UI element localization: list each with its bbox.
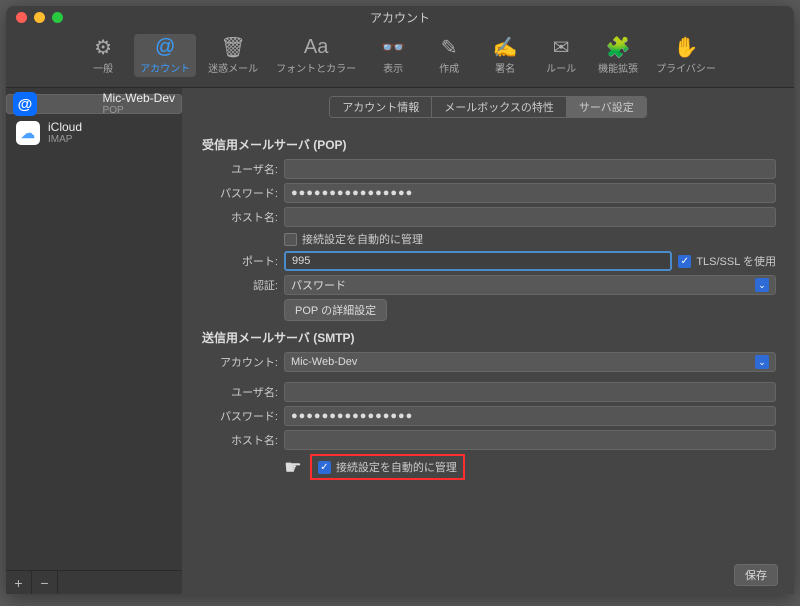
rules-icon: ✉ — [553, 36, 570, 58]
account-row[interactable]: ☁ iCloud IMAP — [6, 114, 182, 152]
account-label: アカウント: — [200, 354, 278, 370]
outgoing-section-title: 送信用メールサーバ (SMTP) — [202, 329, 776, 346]
at-icon: @ — [155, 36, 175, 58]
toolbar: ⚙一般 @アカウント 🗑迷惑メール Aaフォントとカラー 👓表示 ✎作成 ✍署名… — [6, 28, 794, 88]
outgoing-user-field[interactable] — [284, 382, 776, 402]
toolbar-general[interactable]: ⚙一般 — [78, 34, 128, 77]
outgoing-auto-manage-checkbox[interactable]: ✓ 接続設定を自動的に管理 — [318, 459, 457, 475]
hand-icon: ✋ — [674, 36, 699, 58]
tab-account-info[interactable]: アカウント情報 — [330, 97, 432, 117]
account-list: @ Mic-Web-Dev POP ☁ iCloud IMAP — [6, 88, 182, 570]
toolbar-extensions[interactable]: 🧩機能拡張 — [592, 34, 644, 77]
sidebar: @ Mic-Web-Dev POP ☁ iCloud IMAP + − — [6, 88, 182, 594]
toolbar-privacy[interactable]: ✋プライバシー — [650, 34, 722, 77]
user-label: ユーザ名: — [200, 384, 278, 400]
auth-label: 認証: — [200, 277, 278, 293]
incoming-auto-manage-checkbox[interactable]: 接続設定を自動的に管理 — [284, 231, 423, 247]
tabs: アカウント情報 メールボックスの特性 サーバ設定 — [182, 88, 794, 122]
account-protocol: POP — [103, 105, 175, 117]
account-name: iCloud — [48, 120, 82, 134]
incoming-section-title: 受信用メールサーバ (POP) — [202, 136, 776, 153]
password-label: パスワード: — [200, 408, 278, 424]
gear-icon: ⚙ — [94, 36, 112, 58]
toolbar-rules[interactable]: ✉ルール — [536, 34, 586, 77]
footer: 保存 — [182, 556, 794, 594]
form: 受信用メールサーバ (POP) ユーザ名: パスワード: ●●●●●●●●●●●… — [182, 122, 794, 556]
toolbar-fonts[interactable]: Aaフォントとカラー — [270, 34, 362, 77]
account-row[interactable]: @ Mic-Web-Dev POP — [6, 94, 182, 114]
tab-segment: アカウント情報 メールボックスの特性 サーバ設定 — [329, 96, 647, 118]
puzzle-icon: 🧩 — [606, 36, 631, 58]
incoming-user-field[interactable] — [284, 159, 776, 179]
main-panel: アカウント情報 メールボックスの特性 サーバ設定 受信用メールサーバ (POP)… — [182, 88, 794, 594]
toolbar-junk[interactable]: 🗑迷惑メール — [202, 34, 264, 77]
font-icon: Aa — [304, 36, 328, 58]
checkbox-icon: ✓ — [678, 255, 691, 268]
titlebar: アカウント — [6, 6, 794, 28]
cloud-icon: ☁ — [16, 121, 40, 145]
host-label: ホスト名: — [200, 432, 278, 448]
at-icon: @ — [13, 92, 37, 116]
incoming-auth-select[interactable]: パスワード ⌄ — [284, 275, 776, 295]
chevron-down-icon: ⌄ — [755, 278, 769, 292]
outgoing-account-select[interactable]: Mic-Web-Dev ⌄ — [284, 352, 776, 372]
compose-icon: ✎ — [441, 36, 458, 58]
account-name: Mic-Web-Dev — [103, 91, 175, 105]
content: @ Mic-Web-Dev POP ☁ iCloud IMAP + − — [6, 88, 794, 594]
sidebar-footer: + − — [6, 570, 182, 594]
port-label: ポート: — [200, 253, 278, 269]
preferences-window: アカウント ⚙一般 @アカウント 🗑迷惑メール Aaフォントとカラー 👓表示 ✎… — [6, 6, 794, 594]
toolbar-signatures[interactable]: ✍署名 — [480, 34, 530, 77]
outgoing-host-field[interactable] — [284, 430, 776, 450]
tls-checkbox[interactable]: ✓ TLS/SSL を使用 — [678, 253, 776, 269]
toolbar-composing[interactable]: ✎作成 — [424, 34, 474, 77]
glasses-icon: 👓 — [381, 36, 406, 58]
toolbar-accounts[interactable]: @アカウント — [134, 34, 196, 77]
save-button[interactable]: 保存 — [734, 564, 778, 586]
pointing-hand-icon: ☛ — [284, 455, 302, 480]
user-label: ユーザ名: — [200, 161, 278, 177]
account-protocol: IMAP — [48, 134, 82, 146]
window-title: アカウント — [6, 9, 794, 26]
highlight-annotation: ✓ 接続設定を自動的に管理 — [310, 454, 465, 480]
password-label: パスワード: — [200, 185, 278, 201]
toolbar-viewing[interactable]: 👓表示 — [368, 34, 418, 77]
incoming-host-field[interactable] — [284, 207, 776, 227]
checkbox-icon: ✓ — [318, 461, 331, 474]
chevron-down-icon: ⌄ — [755, 355, 769, 369]
tab-server-settings[interactable]: サーバ設定 — [567, 97, 646, 117]
remove-account-button[interactable]: − — [32, 571, 58, 594]
incoming-port-field[interactable]: 995 — [284, 251, 672, 271]
checkbox-icon — [284, 233, 297, 246]
pop-advanced-button[interactable]: POP の詳細設定 — [284, 299, 387, 321]
trash-icon: 🗑 — [220, 36, 245, 58]
incoming-password-field[interactable]: ●●●●●●●●●●●●●●●● — [284, 183, 776, 203]
tab-mailbox-behaviors[interactable]: メールボックスの特性 — [432, 97, 567, 117]
signature-icon: ✍ — [493, 36, 518, 58]
host-label: ホスト名: — [200, 209, 278, 225]
add-account-button[interactable]: + — [6, 571, 32, 594]
outgoing-password-field[interactable]: ●●●●●●●●●●●●●●●● — [284, 406, 776, 426]
